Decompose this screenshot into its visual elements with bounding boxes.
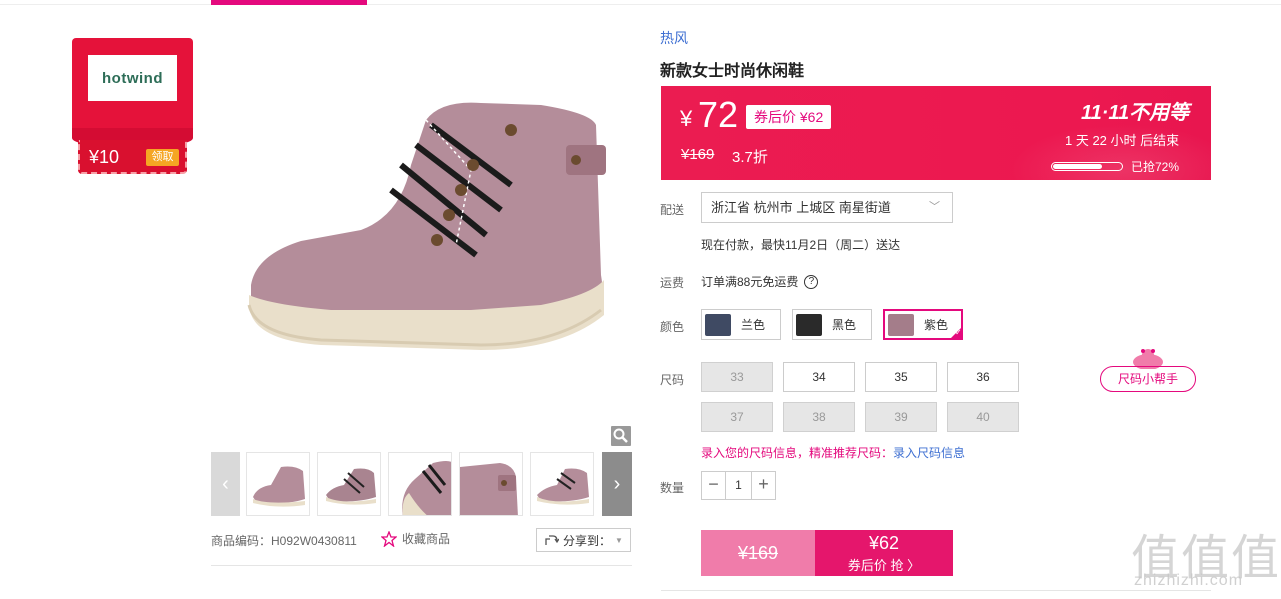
thumbnail-prev-button[interactable]: ‹: [211, 452, 240, 516]
buy-with-coupon-button[interactable]: ¥62 券后价 抢 〉: [815, 530, 953, 576]
share-button[interactable]: 分享到： ▼: [536, 528, 631, 552]
buy-coupon-label: 券后价 抢 〉: [847, 558, 921, 573]
chevron-down-icon: ▼: [615, 535, 623, 545]
help-icon[interactable]: ?: [804, 274, 819, 289]
thumbnail[interactable]: [530, 452, 594, 516]
current-price: 72: [698, 94, 739, 135]
quantity-label: 数量: [660, 481, 685, 495]
store-coupon[interactable]: hotwind ¥10 领取: [72, 38, 193, 174]
star-icon: [381, 530, 397, 547]
quantity-input[interactable]: 1: [725, 472, 752, 499]
price-currency: ¥: [680, 106, 693, 131]
sold-progress-fill: [1053, 164, 1102, 169]
color-option-label: 紫色: [924, 318, 949, 332]
thumbnail[interactable]: [459, 452, 523, 516]
brand-link[interactable]: 热风: [660, 28, 688, 48]
size-option: 33: [701, 362, 773, 392]
chevron-down-icon: ﹀: [929, 201, 940, 213]
color-swatch: [705, 313, 731, 336]
sold-percent: 已抢72%: [1131, 160, 1180, 174]
original-price: ¥169: [681, 146, 715, 163]
watermark-url: zhizhizhi.com: [1134, 572, 1244, 589]
size-label: 尺码: [660, 373, 685, 387]
delivery-label: 配送: [660, 203, 685, 217]
zoom-icon[interactable]: [611, 426, 631, 446]
size-option: 40: [947, 402, 1019, 432]
size-option: 37: [701, 402, 773, 432]
size-option[interactable]: 36: [947, 362, 1019, 392]
thumbnail[interactable]: [388, 452, 452, 516]
shoe-image: [247, 102, 606, 350]
main-product-image[interactable]: [211, 5, 632, 448]
size-info-text: 录入您的尺码信息，精准推荐尺码：: [701, 446, 894, 460]
freight-text: 订单满88元免运费: [701, 275, 799, 289]
freight-label: 运费: [660, 276, 685, 290]
divider: [661, 590, 1211, 591]
quantity-increase-button[interactable]: +: [752, 472, 775, 499]
size-info-prompt: 录入您的尺码信息，精准推荐尺码：录入尺码信息: [701, 444, 965, 461]
size-helper-button[interactable]: 尺码小帮手: [1100, 366, 1196, 392]
coupon-price-badge: 券后价 ¥62: [746, 105, 832, 129]
divider: [211, 565, 632, 566]
color-swatch: [888, 313, 914, 336]
price-banner: ¥ 72 券后价 ¥62 ¥169 3.7折 11·11不用等 1 天 22 小…: [661, 86, 1211, 180]
coupon-body: ¥10 领取: [78, 140, 187, 174]
share-icon: [545, 535, 559, 545]
check-icon: [949, 326, 963, 340]
promo-title: 11·11不用等: [1081, 102, 1190, 124]
size-info-link[interactable]: 录入尺码信息: [893, 446, 965, 460]
buy-original-price-button[interactable]: ¥169: [701, 530, 815, 576]
address-select[interactable]: 浙江省 杭州市 上城区 南星街道 ﹀: [701, 192, 953, 223]
color-option[interactable]: 黑色: [792, 309, 872, 340]
color-option-label: 兰色: [741, 318, 766, 332]
buy-coupon-price: ¥62: [868, 533, 900, 553]
thumbnail-next-button[interactable]: ›: [602, 452, 632, 516]
product-title: 新款女士时尚休闲鞋: [660, 63, 805, 80]
coupon-claim-button[interactable]: 领取: [146, 149, 179, 166]
size-option[interactable]: 35: [865, 362, 937, 392]
size-option: 39: [865, 402, 937, 432]
favorite-button[interactable]: 收藏商品: [381, 530, 450, 547]
color-option[interactable]: 兰色: [701, 309, 781, 340]
thumbnail-strip: ‹ ›: [211, 452, 632, 516]
size-option[interactable]: 34: [783, 362, 855, 392]
product-sku: 商品编码：H092W0430811: [211, 534, 357, 548]
thumbnail[interactable]: [246, 452, 310, 516]
color-label: 颜色: [660, 320, 685, 334]
top-divider: [0, 4, 1281, 5]
delivery-eta: 现在付款，最快11月2日（周二）送达: [701, 238, 901, 252]
sold-progress-bar: [1051, 162, 1123, 171]
share-label: 分享到：: [563, 533, 612, 548]
brand-logo: hotwind: [88, 55, 177, 101]
color-option[interactable]: 紫色: [883, 309, 963, 340]
thumbnail[interactable]: [317, 452, 381, 516]
color-swatch: [796, 313, 822, 336]
address-value: 浙江省 杭州市 上城区 南星街道: [711, 200, 891, 215]
quantity-stepper: − 1 +: [701, 471, 776, 500]
quantity-decrease-button[interactable]: −: [702, 472, 725, 499]
discount-rate: 3.7折: [732, 149, 768, 166]
size-option: 38: [783, 402, 855, 432]
countdown-text: 1 天 22 小时 后结束: [1065, 133, 1180, 148]
coupon-amount: ¥10: [89, 147, 120, 167]
freight-info: 订单满88元免运费 ?: [701, 273, 819, 290]
color-option-label: 黑色: [832, 318, 857, 332]
favorite-label: 收藏商品: [402, 532, 451, 546]
